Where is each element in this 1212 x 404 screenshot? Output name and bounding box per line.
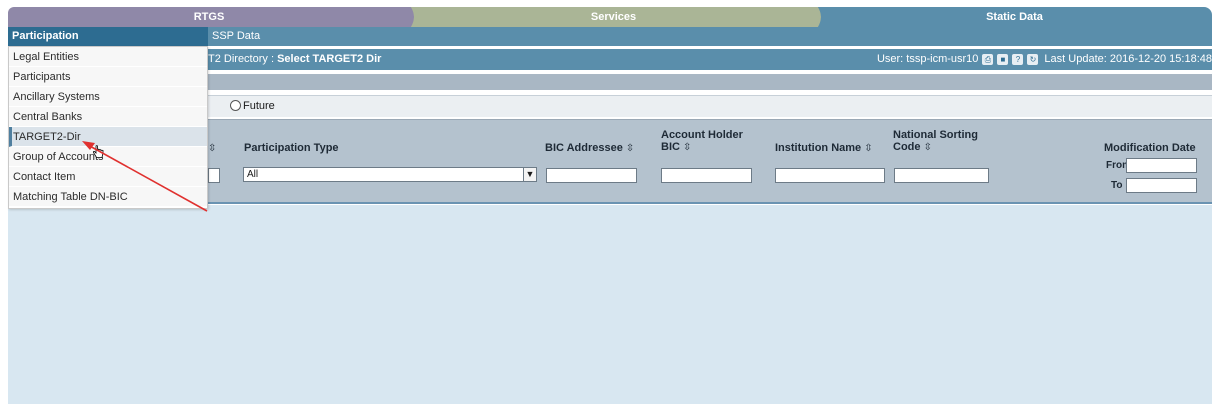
future-radio[interactable] xyxy=(230,100,241,111)
results-area xyxy=(8,205,1212,404)
col-national-sorting-code[interactable]: National Sorting Code ⇳ xyxy=(893,129,978,154)
sort-icon: ⇳ xyxy=(625,143,635,154)
account-holder-bic-input[interactable] xyxy=(661,168,752,183)
participation-type-select[interactable]: All ▼ xyxy=(243,167,537,182)
hidden-column-sort-icon[interactable]: ⇳ xyxy=(208,142,216,155)
tab-services[interactable]: Services xyxy=(410,7,817,27)
nav-ssp-data[interactable]: SSP Data xyxy=(212,27,260,46)
hand-cursor-icon xyxy=(92,145,104,158)
chevron-down-icon[interactable]: ▼ xyxy=(523,168,536,181)
col-bic-addressee[interactable]: BIC Addressee ⇳ xyxy=(545,142,634,155)
menu-item-group-of-accounts[interactable]: Group of Accounts xyxy=(9,147,207,167)
menu-item-central-banks[interactable]: Central Banks xyxy=(9,107,207,127)
tab-static-data-label: Static Data xyxy=(986,11,1043,23)
tab-separator-shape xyxy=(810,7,824,27)
sort-icon: ⇳ xyxy=(923,142,932,153)
breadcrumb-current: Select TARGET2 Dir xyxy=(277,53,382,65)
modification-date-to-input[interactable] xyxy=(1126,178,1197,193)
nav-participation[interactable]: Participation xyxy=(8,27,208,46)
menu-item-ancillary-systems[interactable]: Ancillary Systems xyxy=(9,87,207,107)
sub-nav-bar: Participation SSP Data xyxy=(8,27,1212,46)
col-participation-type: Participation Type xyxy=(244,142,339,154)
last-update-label: Last Update: 2016-12-20 15:18:48 xyxy=(1044,53,1212,65)
tab-rtgs-label: RTGS xyxy=(193,11,225,23)
participation-type-selected: All xyxy=(247,169,259,180)
menu-item-contact-item[interactable]: Contact Item xyxy=(9,167,207,187)
sort-icon: ⇳ xyxy=(864,143,873,154)
menu-item-matching-table[interactable]: Matching Table DN-BIC xyxy=(9,187,207,207)
tab-static-data[interactable]: Static Data xyxy=(817,7,1212,27)
tab-separator-shape xyxy=(403,7,417,27)
menu-item-participants[interactable]: Participants xyxy=(9,67,207,87)
bic-addressee-input[interactable] xyxy=(546,168,637,183)
print-icon[interactable]: ⎙ xyxy=(982,54,994,65)
header-tools: User: tssp-icm-usr10 ⎙ ■ ? ↻ Last Update… xyxy=(877,49,1212,70)
breadcrumb-prefix: T2 Directory : xyxy=(208,53,278,65)
tab-services-label: Services xyxy=(590,11,637,23)
col-modification-date: Modification Date xyxy=(1104,142,1196,154)
user-label: User: tssp-icm-usr10 xyxy=(876,53,979,65)
institution-name-input[interactable] xyxy=(775,168,885,183)
menu-item-legal-entities[interactable]: Legal Entities xyxy=(9,47,207,67)
filter-input-hidden[interactable] xyxy=(208,168,220,183)
tab-rtgs[interactable]: RTGS xyxy=(8,7,410,27)
breadcrumb: T2 Directory : Select TARGET2 Dir xyxy=(208,49,381,70)
national-sorting-code-input[interactable] xyxy=(894,168,989,183)
participation-dropdown-menu: Legal Entities Participants Ancillary Sy… xyxy=(8,46,208,209)
refresh-icon[interactable]: ↻ xyxy=(1027,54,1039,65)
col-account-holder-bic[interactable]: Account Holder BIC ⇳ xyxy=(661,129,743,154)
save-icon[interactable]: ■ xyxy=(997,54,1009,65)
help-icon[interactable]: ? xyxy=(1012,54,1024,65)
future-radio-label: Future xyxy=(243,100,275,112)
menu-item-target2-dir[interactable]: TARGET2-Dir xyxy=(9,127,207,147)
to-label: To xyxy=(1111,180,1123,191)
sort-icon: ⇳ xyxy=(683,142,692,153)
top-tab-bar: RTGS Services Static Data xyxy=(8,7,1212,27)
col-institution-name[interactable]: Institution Name ⇳ xyxy=(775,142,873,155)
modification-date-from-input[interactable] xyxy=(1126,158,1197,173)
